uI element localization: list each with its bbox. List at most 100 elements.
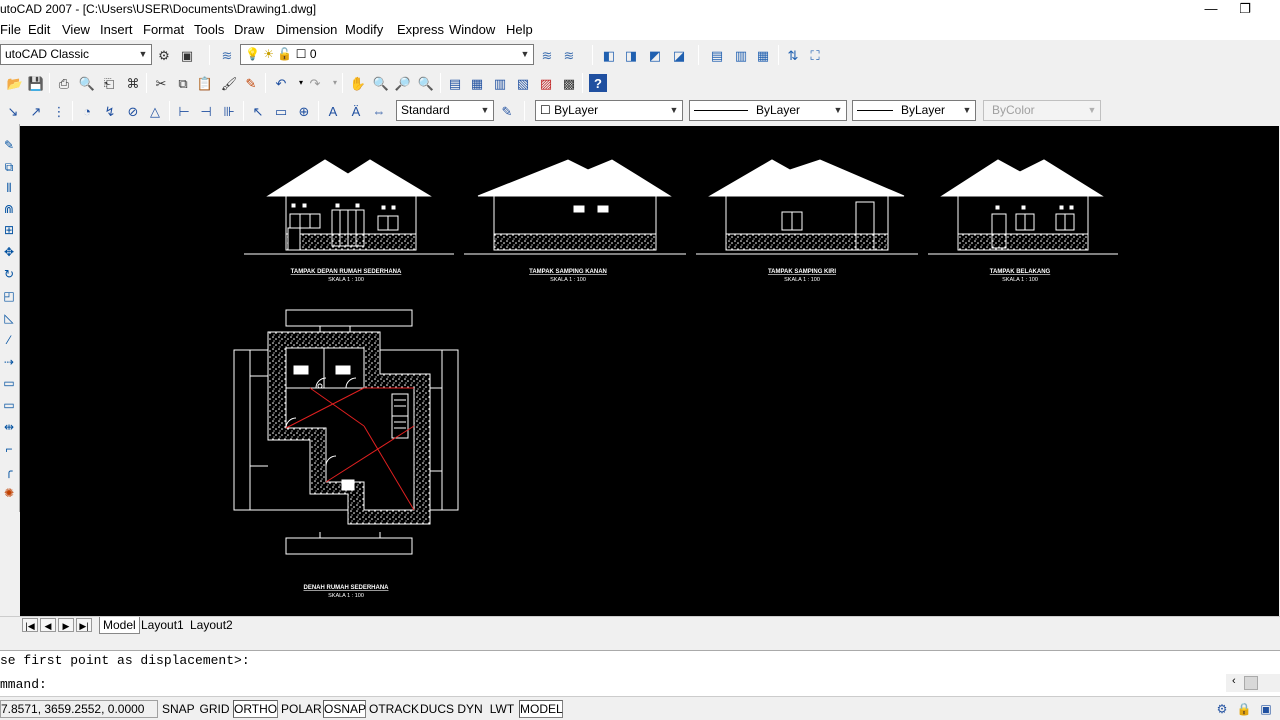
design-center-icon[interactable]: ▦ xyxy=(468,74,486,92)
layer-combo[interactable]: 💡 ☀ 🔓 ☐ 0 ▼ xyxy=(240,44,534,65)
first-tab-button[interactable]: |◀ xyxy=(22,618,38,632)
layer-previous-icon[interactable]: ≋ xyxy=(560,46,578,64)
chevron-left-icon[interactable]: ‹ xyxy=(1232,675,1236,687)
menu-insert[interactable]: Insert xyxy=(100,22,133,37)
dyn-toggle[interactable]: DYN xyxy=(455,700,485,718)
model-toggle[interactable]: MODEL xyxy=(519,700,563,718)
menu-modify[interactable]: Modify xyxy=(345,22,383,37)
linear-dim-icon[interactable]: ↘ xyxy=(4,102,22,120)
bring-above-icon[interactable]: ◩ xyxy=(646,46,664,64)
pan-icon[interactable]: ✋ xyxy=(349,74,367,92)
layer-manager-icon[interactable]: ≋ xyxy=(218,46,236,64)
menu-format[interactable]: Format xyxy=(143,22,184,37)
menu-express[interactable]: Express xyxy=(397,22,444,37)
menu-edit[interactable]: Edit xyxy=(28,22,50,37)
mirror-icon[interactable]: ⫴ xyxy=(0,179,18,197)
angular-dim-icon[interactable]: △ xyxy=(146,102,164,120)
osnap-toggle[interactable]: OSNAP xyxy=(323,700,366,718)
ordinate-dim-icon[interactable]: ⋮ xyxy=(50,102,68,120)
command-scrollbar[interactable]: ‹ xyxy=(1226,674,1280,692)
undo-icon[interactable]: ↶ xyxy=(272,74,290,92)
block-editor-icon[interactable]: ✎ xyxy=(242,74,260,92)
copy-icon[interactable]: ⧉ xyxy=(174,74,192,92)
dim-style-manager-icon[interactable]: ✎ xyxy=(498,102,516,120)
menu-dimension[interactable]: Dimension xyxy=(276,22,337,37)
ortho-toggle[interactable]: ORTHO xyxy=(233,700,278,718)
center-mark-icon[interactable]: ⊕ xyxy=(295,102,313,120)
break-icon[interactable]: ▭ xyxy=(0,374,18,392)
help-icon[interactable]: ? xyxy=(589,74,607,92)
quick-dim-icon[interactable]: ⊢ xyxy=(175,102,193,120)
erase-icon[interactable]: ✎ xyxy=(0,136,18,154)
express-tool-2-icon[interactable]: ▥ xyxy=(732,46,750,64)
grid-toggle[interactable]: GRID xyxy=(198,700,231,718)
tolerance-icon[interactable]: ▭ xyxy=(272,102,290,120)
zoom-realtime-icon[interactable]: 🔍 xyxy=(372,74,390,92)
paste-icon[interactable]: 📋 xyxy=(196,74,214,92)
tool-palettes-icon[interactable]: ▥ xyxy=(491,74,509,92)
offset-icon[interactable]: ⋒ xyxy=(0,200,18,218)
bring-front-icon[interactable]: ◧ xyxy=(600,46,618,64)
calculator-icon[interactable]: ▩ xyxy=(560,74,578,92)
sheet-set-icon[interactable]: ▧ xyxy=(514,74,532,92)
trim-icon[interactable]: ⁄ xyxy=(0,331,18,349)
lock-icon[interactable]: 🔒 xyxy=(1236,701,1252,717)
menu-window[interactable]: Window xyxy=(449,22,495,37)
jogged-dim-icon[interactable]: ↯ xyxy=(101,102,119,120)
lwt-toggle[interactable]: LWT xyxy=(487,700,517,718)
copy-object-icon[interactable]: ⧉ xyxy=(0,158,18,176)
tab-layout2[interactable]: Layout2 xyxy=(187,617,236,634)
aligned-dim-icon[interactable]: ↗ xyxy=(27,102,45,120)
send-back-icon[interactable]: ◨ xyxy=(622,46,640,64)
snap-toggle[interactable]: SNAP xyxy=(161,700,195,718)
dim-text-edit-icon[interactable]: Ä xyxy=(347,102,365,120)
tab-layout1[interactable]: Layout1 xyxy=(138,617,187,634)
horizontal-scrollbar[interactable] xyxy=(0,634,1280,650)
extend-icon[interactable]: ⇢ xyxy=(0,353,18,371)
ducs-toggle[interactable]: DUCS xyxy=(419,700,454,718)
properties-icon[interactable]: ▤ xyxy=(446,74,464,92)
zoom-previous-icon[interactable]: 🔍 xyxy=(417,74,435,92)
cut-icon[interactable]: ✂ xyxy=(152,74,170,92)
otrack-toggle[interactable]: OTRACK xyxy=(368,700,419,718)
last-tab-button[interactable]: ▶| xyxy=(76,618,92,632)
print-icon[interactable]: ⎙ xyxy=(55,74,73,92)
menu-tools[interactable]: Tools xyxy=(194,22,224,37)
linetype-control-combo[interactable]: ByLayer ▼ xyxy=(689,100,847,121)
dim-edit-icon[interactable]: A xyxy=(324,102,342,120)
continue-dim-icon[interactable]: ⊪ xyxy=(220,102,238,120)
chamfer-icon[interactable]: ⇹ xyxy=(0,418,18,436)
prev-tab-button[interactable]: ◀ xyxy=(40,618,56,632)
express-tool-5-icon[interactable]: ⛶ xyxy=(806,46,824,64)
dim-style-combo[interactable]: Standard ▼ xyxy=(396,100,494,121)
match-properties-icon[interactable]: 🖌 xyxy=(220,74,238,92)
workspace-settings-icon[interactable]: ⚙ xyxy=(155,46,173,64)
dim-update-icon[interactable]: ⇔ xyxy=(370,102,388,120)
menu-view[interactable]: View xyxy=(62,22,90,37)
redo-icon[interactable]: ↷ xyxy=(306,74,324,92)
menu-file[interactable]: File xyxy=(0,22,21,37)
leader-icon[interactable]: ↖ xyxy=(249,102,267,120)
rotate-icon[interactable]: ↻ xyxy=(0,265,18,283)
menu-help[interactable]: Help xyxy=(506,22,533,37)
fillet-round-icon[interactable]: ╭ xyxy=(0,462,18,480)
radius-dim-icon[interactable]: ◔ xyxy=(78,102,96,120)
drawing-canvas[interactable]: TAMPAK DEPAN RUMAH SEDERHANA SKALA 1 : 1… xyxy=(20,126,1279,616)
command-prompt[interactable]: mmand: xyxy=(0,677,47,692)
polar-toggle[interactable]: POLAR xyxy=(280,700,322,718)
diameter-dim-icon[interactable]: ⊘ xyxy=(124,102,142,120)
stretch-icon[interactable]: ◺ xyxy=(0,309,18,327)
make-current-layer-icon[interactable]: ≋ xyxy=(538,46,556,64)
workspace-combo[interactable]: utoCAD Classic ▼ xyxy=(0,44,152,65)
next-tab-button[interactable]: ▶ xyxy=(58,618,74,632)
clean-screen-icon[interactable]: ▣ xyxy=(1258,701,1274,717)
express-tool-3-icon[interactable]: ▦ xyxy=(754,46,772,64)
print-preview-icon[interactable]: 🔍 xyxy=(78,74,96,92)
express-tool-4-icon[interactable]: ⇅ xyxy=(784,46,802,64)
restore-button[interactable]: ❐ xyxy=(1222,0,1268,20)
scroll-thumb[interactable] xyxy=(1244,676,1258,690)
fillet-icon[interactable]: ⌐ xyxy=(0,440,18,458)
explode-icon[interactable]: ✺ xyxy=(0,484,18,502)
baseline-dim-icon[interactable]: ⊣ xyxy=(197,102,215,120)
scale-icon[interactable]: ◰ xyxy=(0,287,18,305)
